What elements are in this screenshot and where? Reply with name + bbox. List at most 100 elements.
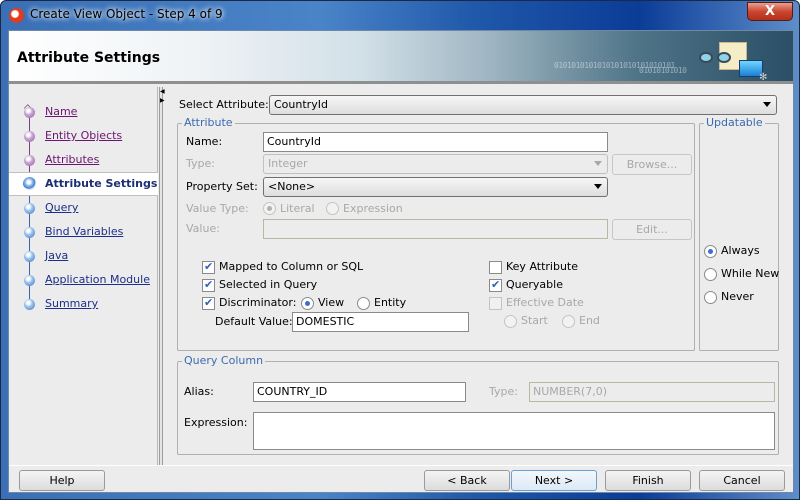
sidebar-step-attributes[interactable]: Attributes [9,149,158,171]
discriminator-view-radio[interactable] [301,297,314,310]
attribute-group-legend: Attribute [182,116,235,129]
discriminator-entity-radio[interactable] [357,297,370,310]
edit-button: Edit... [612,219,692,240]
updatable-while-new-radio[interactable] [704,268,717,281]
step-label[interactable]: Entity Objects [45,129,122,142]
value-type-literal-label: Literal [280,202,315,215]
type-dropdown: Integer [263,154,608,174]
browse-button: Browse... [612,154,692,175]
binary-text-2: 01010101010 [639,66,687,75]
sidebar-step-attribute-settings[interactable]: Attribute Settings [9,172,158,196]
step-pending-icon [24,299,35,310]
effective-date-start-label: Start [521,314,548,327]
value-type-expression-label: Expression [343,202,403,215]
step-pending-icon [24,203,35,214]
updatable-never-radio[interactable] [704,291,717,304]
name-input[interactable]: CountryId [263,132,608,152]
effective-date-checkbox [489,297,502,310]
updatable-always-radio[interactable] [704,245,717,258]
cancel-button[interactable]: Cancel [699,470,785,491]
default-value-input[interactable]: DOMESTIC [292,312,469,332]
step-label[interactable]: Name [45,105,77,118]
back-button[interactable]: < Back [424,470,510,491]
step-label[interactable]: Application Module [45,273,150,286]
select-attribute-label: Select Attribute: [179,98,269,111]
discriminator-view-label[interactable]: View [318,296,344,309]
chevron-down-icon [594,161,602,166]
discriminator-label[interactable]: Discriminator: [219,296,296,309]
sidebar-step-entity-objects[interactable]: Entity Objects [9,125,158,147]
query-column-group-legend: Query Column [182,354,266,367]
step-pending-icon [24,275,35,286]
title-bar[interactable]: Create View Object - Step 4 of 9 X [1,1,799,29]
name-label: Name: [186,135,223,148]
query-type-input: NUMBER(7,0) [529,382,775,402]
sidebar-step-summary[interactable]: Summary [9,293,158,315]
step-label[interactable]: Summary [45,297,98,310]
step-label[interactable]: Attributes [45,153,99,166]
window-title: Create View Object - Step 4 of 9 [30,7,223,21]
glasses-document-icon: ✻ [699,39,769,81]
property-set-dropdown[interactable]: <None> [263,177,608,197]
sidebar-splitter[interactable]: ◀ ▶ [159,87,165,465]
step-label: Attribute Settings [45,177,158,190]
queryable-checkbox[interactable] [489,278,502,292]
mapped-to-column-label[interactable]: Mapped to Column or SQL [219,260,363,273]
sidebar-step-name[interactable]: Name [9,101,158,123]
discriminator-checkbox[interactable] [202,296,215,310]
value-type-label: Value Type: [186,202,249,215]
discriminator-entity-label[interactable]: Entity [374,296,406,309]
sidebar-step-application-module[interactable]: Application Module [9,269,158,291]
page-title: Attribute Settings [17,50,161,66]
next-button[interactable]: Next > [511,470,597,491]
chevron-down-icon [594,184,602,189]
step-label[interactable]: Bind Variables [45,225,123,238]
step-pending-icon [24,227,35,238]
oracle-app-icon [9,8,24,23]
expression-textarea[interactable] [253,412,775,450]
step-label[interactable]: Java [45,249,68,262]
default-value-label: Default Value: [215,315,293,328]
selected-in-query-label[interactable]: Selected in Query [219,278,317,291]
sidebar-step-query[interactable]: Query [9,197,158,219]
mapped-to-column-checkbox[interactable] [202,260,215,274]
updatable-never-label[interactable]: Never [721,290,754,303]
updatable-while-new-label[interactable]: While New [721,267,779,280]
property-set-label: Property Set: [186,180,258,193]
updatable-always-label[interactable]: Always [721,244,760,257]
sidebar-step-bind-variables[interactable]: Bind Variables [9,221,158,243]
alias-input[interactable]: COUNTRY_ID [253,382,466,402]
finish-button[interactable]: Finish [605,470,691,491]
step-visited-icon [24,131,35,142]
sidebar-step-java[interactable]: Java [9,245,158,267]
gear-icon: ✻ [759,72,768,83]
dialog-window: Create View Object - Step 4 of 9 X Attri… [0,0,800,500]
attribute-group: Attribute Name: CountryId Type: Integer … [177,116,695,351]
wizard-footer: Help < Back Next > Finish Cancel [9,465,793,493]
chevron-down-icon [763,102,771,107]
property-set-value: <None> [268,180,316,193]
value-input [263,219,608,239]
step-pending-icon [24,251,35,262]
queryable-label[interactable]: Queryable [506,278,563,291]
expression-label: Expression: [184,416,248,429]
effective-date-end-label: End [579,314,600,327]
select-attribute-dropdown[interactable]: CountryId [269,95,777,115]
collapse-left-icon[interactable]: ◀ [160,89,165,95]
query-column-group: Query Column Alias: COUNTRY_ID Type: NUM… [177,354,779,455]
value-type-literal-radio [263,202,276,215]
value-type-expression-radio [326,202,339,215]
selected-in-query-checkbox[interactable] [202,278,215,292]
alias-label: Alias: [184,385,214,398]
glasses-right-lens-icon [717,52,731,63]
help-button[interactable]: Help [19,470,105,491]
query-type-label: Type: [489,385,518,398]
step-label[interactable]: Query [45,201,78,214]
glasses-left-lens-icon [699,52,713,63]
close-button[interactable]: X [747,2,793,21]
step-visited-icon [24,107,35,118]
expand-right-icon[interactable]: ▶ [160,98,165,104]
step-current-icon [23,177,36,190]
key-attribute-label[interactable]: Key Attribute [506,260,578,273]
key-attribute-checkbox[interactable] [489,261,502,274]
